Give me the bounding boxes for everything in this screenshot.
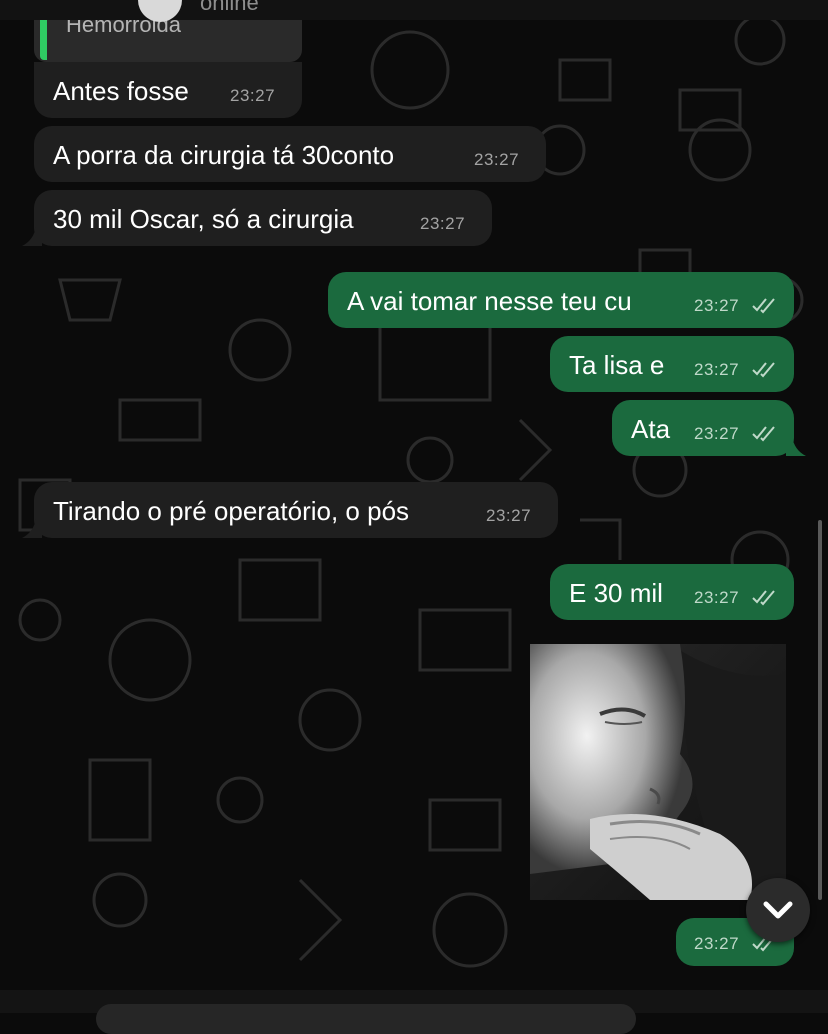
message-text: E 30 mil: [569, 578, 663, 608]
message-time: 23:27: [474, 150, 520, 169]
message-bubble-incoming[interactable]: A porra da cirurgia tá 30conto 23:27: [34, 126, 546, 182]
message-bubble-incoming[interactable]: Tirando o pré operatório, o pós 23:27: [34, 482, 558, 538]
message-time: 23:27: [694, 360, 740, 379]
chat-header: online: [0, 0, 828, 22]
message-bubble-outgoing[interactable]: E 30 mil 23:27: [550, 564, 794, 620]
message-text: Ta lisa e: [569, 350, 665, 380]
message-text: A porra da cirurgia tá 30conto: [53, 140, 395, 170]
bubble-tail: [786, 436, 806, 456]
baby-photo[interactable]: [530, 644, 786, 900]
bubble-tail: [22, 226, 42, 246]
message-time: 23:27: [486, 506, 532, 525]
message-bubble-incoming[interactable]: 30 mil Oscar, só a cirurgia 23:27: [34, 190, 492, 246]
chevron-down-icon: [763, 901, 793, 919]
double-check-icon: [752, 426, 775, 442]
message-input[interactable]: [96, 1004, 636, 1034]
contact-status: online: [200, 0, 259, 15]
baby-photo-image: [530, 644, 786, 900]
double-check-icon: [752, 298, 775, 314]
message-time: 23:27: [694, 424, 740, 443]
double-check-icon: [752, 362, 775, 378]
message-time: 23:27: [230, 86, 276, 105]
message-time: 23:27: [694, 296, 740, 315]
message-time: 23:27: [694, 588, 740, 607]
scroll-down-button[interactable]: [746, 878, 810, 942]
message-text: Ata: [631, 414, 671, 444]
message-time: 23:27: [694, 934, 740, 953]
bubble-tail: [22, 518, 42, 538]
message-bubble-outgoing[interactable]: A vai tomar nesse teu cu 23:27: [328, 272, 794, 328]
message-text: Tirando o pré operatório, o pós: [53, 496, 410, 526]
message-bubble-incoming[interactable]: Antes fosse 23:27: [34, 62, 302, 118]
scrollbar[interactable]: [818, 520, 822, 900]
message-bubble-outgoing[interactable]: Ata 23:27: [612, 400, 794, 456]
contact-avatar[interactable]: [138, 0, 182, 22]
message-text: A vai tomar nesse teu cu: [347, 286, 632, 316]
message-text: Antes fosse: [53, 76, 189, 106]
double-check-icon: [752, 590, 775, 606]
message-text: 30 mil Oscar, só a cirurgia: [53, 204, 354, 234]
message-time: 23:27: [420, 214, 466, 233]
message-bubble-outgoing[interactable]: Ta lisa e 23:27: [550, 336, 794, 392]
